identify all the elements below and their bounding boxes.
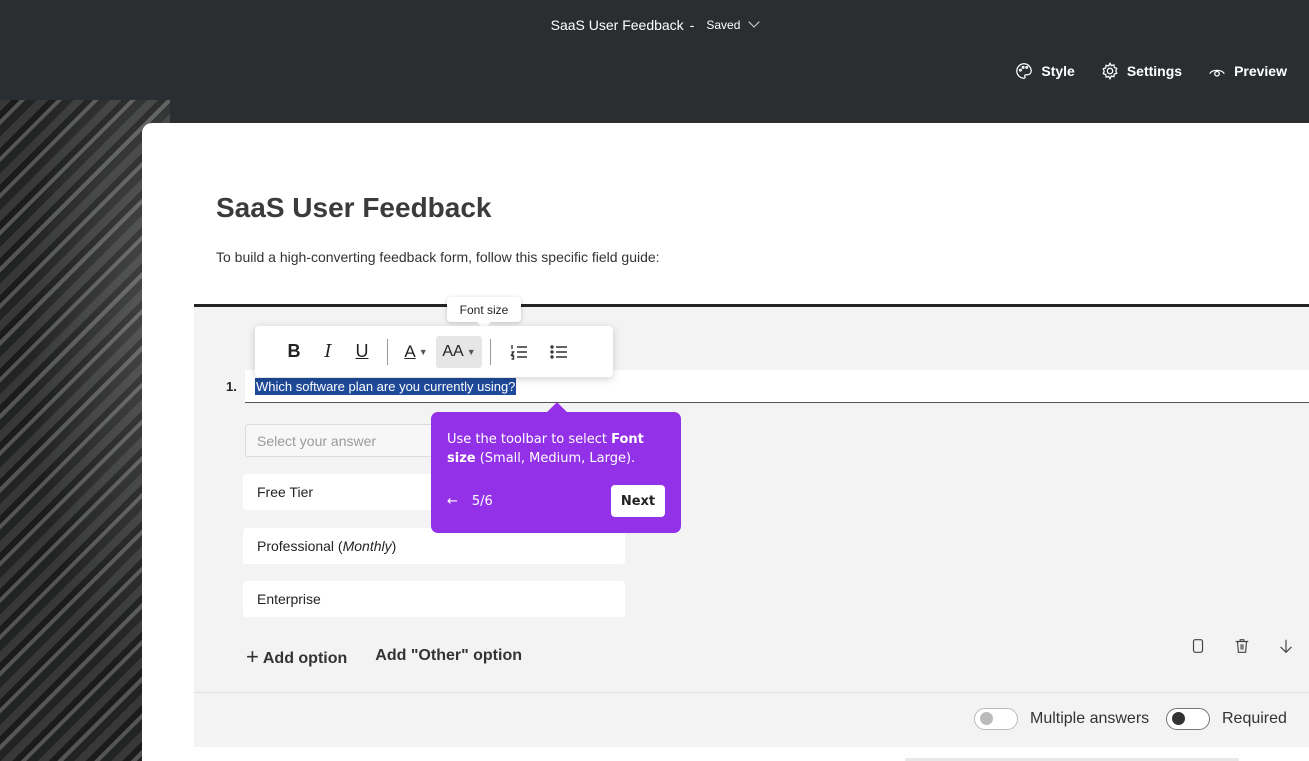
save-status: Saved: [706, 18, 741, 32]
font-color-button[interactable]: A ▼: [396, 336, 436, 368]
gear-icon: [1102, 62, 1118, 80]
required-control: Required: [1166, 708, 1287, 730]
style-label: Style: [1041, 63, 1075, 79]
italic-button[interactable]: I: [311, 336, 345, 368]
preview-button[interactable]: Preview: [1208, 62, 1287, 80]
preview-label: Preview: [1234, 63, 1287, 79]
eye-icon: [1209, 69, 1225, 77]
toggle-knob: [1172, 712, 1185, 725]
add-other-option-button[interactable]: Add "Other" option: [375, 647, 522, 665]
question-tools: [1189, 637, 1295, 655]
select-answer-dropdown[interactable]: Select your answer: [245, 424, 435, 457]
add-option-label: Add option: [262, 650, 348, 667]
style-button[interactable]: Style: [1015, 62, 1075, 80]
numbered-list-icon: [510, 344, 527, 360]
form-title[interactable]: SaaS User Feedback: [216, 192, 492, 224]
settings-label: Settings: [1126, 63, 1183, 79]
plus-icon: +: [246, 644, 259, 669]
copy-icon[interactable]: [1189, 637, 1207, 655]
guide-nav: ← 5/6: [447, 492, 493, 511]
multiple-answers-label: Multiple answers: [1030, 710, 1150, 727]
option-professional[interactable]: Professional (Monthly): [243, 528, 625, 564]
underline-button[interactable]: U: [345, 336, 379, 368]
option-professional-italic: Monthly: [342, 538, 392, 554]
required-toggle[interactable]: [1166, 708, 1210, 730]
trash-icon[interactable]: [1233, 637, 1251, 655]
selected-question-text[interactable]: Which software plan are you currently us…: [255, 377, 517, 395]
chevron-down-icon[interactable]: [748, 16, 761, 28]
guide-text-before: Use the toolbar to select: [447, 432, 612, 447]
multiple-answers-toggle[interactable]: [974, 708, 1018, 730]
bullet-list-icon: [550, 344, 567, 359]
option-professional-suffix: ): [391, 538, 397, 554]
guide-popup: Use the toolbar to select Font size (Sma…: [431, 412, 681, 533]
next-button[interactable]: Next: [611, 485, 665, 517]
font-size-button[interactable]: AA ▼: [436, 335, 482, 368]
required-label: Required: [1222, 710, 1287, 727]
guide-text: Use the toolbar to select Font size (Sma…: [447, 430, 665, 468]
form-description[interactable]: To build a high-converting feedback form…: [216, 249, 660, 265]
palette-icon: [1016, 63, 1033, 79]
numbered-list-button[interactable]: [499, 336, 539, 368]
formatting-toolbar: B I U A ▼ AA ▼: [255, 326, 613, 377]
header-actions: Style Settings Preview: [1015, 62, 1287, 80]
guide-text-after: (Small, Medium, Large).: [475, 451, 636, 466]
question-number: 1.: [226, 379, 237, 394]
top-bar: SaaS User Feedback - Saved: [0, 0, 1309, 50]
font-size-tooltip: Font size: [447, 297, 521, 322]
settings-button[interactable]: Settings: [1101, 62, 1182, 80]
toolbar-divider: [490, 338, 491, 365]
toggle-knob: [980, 712, 993, 725]
guide-step: 5/6: [471, 494, 493, 509]
option-professional-prefix: Professional (: [257, 538, 343, 554]
add-option-button[interactable]: + Add option: [246, 643, 347, 669]
bullet-list-button[interactable]: [539, 336, 579, 368]
bold-button[interactable]: B: [277, 336, 311, 368]
toolbar-divider: [387, 338, 388, 365]
font-color-icon: A: [404, 341, 416, 361]
caret-down-icon: ▼: [466, 346, 476, 357]
form-name: SaaS User Feedback: [550, 17, 684, 33]
arrow-down-icon[interactable]: [1277, 637, 1295, 655]
option-enterprise[interactable]: Enterprise: [243, 581, 625, 617]
multiple-answers-control: Multiple answers: [974, 708, 1149, 730]
add-option-row: + Add option Add "Other" option: [246, 643, 522, 669]
caret-down-icon: ▼: [418, 346, 428, 357]
title-separator: -: [689, 17, 695, 33]
font-size-icon: AA: [442, 342, 464, 360]
back-arrow-icon[interactable]: ←: [447, 492, 458, 511]
